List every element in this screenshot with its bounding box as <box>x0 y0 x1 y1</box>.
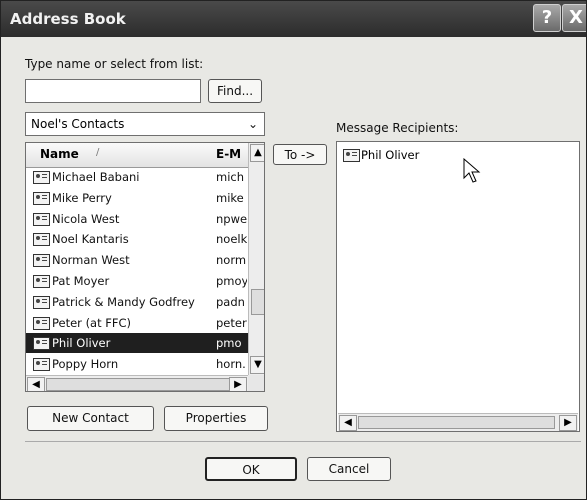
find-button-label: Find... <box>216 84 254 98</box>
contact-email: padn <box>216 294 245 309</box>
table-row[interactable]: Poppy Horn horn. <box>26 354 248 374</box>
table-row[interactable]: Patrick & Mandy Godfrey padn <box>26 292 248 312</box>
contact-email: mich <box>216 170 245 184</box>
recipients-label: Message Recipients: <box>336 121 459 135</box>
contact-email: peter <box>216 315 247 330</box>
horizontal-scroll-thumb[interactable] <box>358 416 555 429</box>
contact-name: Michael Babani <box>52 170 140 184</box>
bottom-separator <box>25 441 581 442</box>
properties-button[interactable]: Properties <box>164 406 268 431</box>
contact-card-icon <box>33 233 50 247</box>
contact-source-select[interactable]: Noel's Contacts ⌄ <box>25 112 265 136</box>
table-row[interactable]: Mike Perry mike <box>26 188 248 208</box>
help-button[interactable]: ? <box>533 4 561 32</box>
search-input[interactable] <box>25 79 201 103</box>
contact-card-icon <box>33 337 50 351</box>
address-book-window: Address Book ? X Type name or select fro… <box>0 0 587 500</box>
contact-card-icon <box>33 254 50 268</box>
contact-email: pmoy <box>216 274 247 288</box>
scroll-right-icon[interactable]: ▶ <box>229 377 247 391</box>
contact-name: Noel Kantaris <box>52 232 129 247</box>
contact-email: mike <box>216 190 244 205</box>
contact-card-icon <box>33 316 50 330</box>
contacts-vertical-scrollbar[interactable]: ▲ ▼ <box>248 143 264 375</box>
new-contact-button[interactable]: New Contact <box>27 406 154 431</box>
scroll-right-icon[interactable]: ▶ <box>559 415 577 431</box>
contact-name: Nicola West <box>52 211 120 226</box>
find-button[interactable]: Find... <box>208 79 262 103</box>
mouse-pointer-icon <box>463 158 481 183</box>
table-row[interactable]: Michael Babani mich <box>26 167 248 187</box>
table-row[interactable]: Peter (at FFC) peter <box>26 313 248 333</box>
email-column-header[interactable]: E-M <box>216 147 241 161</box>
scroll-up-icon[interactable]: ▲ <box>250 144 264 162</box>
table-row[interactable]: Noel Kantaris noelk <box>26 229 248 249</box>
scroll-down-icon[interactable]: ▼ <box>250 356 264 374</box>
title-bar: Address Book ? X <box>1 1 586 37</box>
search-label: Type name or select from list: <box>25 57 204 71</box>
table-row[interactable]: Phil Oliver pmo <box>26 333 248 354</box>
contacts-list-header: Name / E-M <box>26 143 248 168</box>
chevron-down-icon[interactable]: ⌄ <box>244 115 262 133</box>
contact-email: norm <box>216 253 247 268</box>
name-column-header[interactable]: Name <box>40 147 79 161</box>
recipients-horizontal-scrollbar[interactable]: ◀ ▶ <box>338 413 578 431</box>
contact-card-icon <box>33 191 50 205</box>
contact-email: horn. <box>216 357 246 372</box>
contact-name: Norman West <box>52 253 130 268</box>
to-button[interactable]: To -> <box>273 144 327 165</box>
contact-source-value: Noel's Contacts <box>31 117 125 131</box>
sort-indicator-icon: / <box>96 147 100 158</box>
table-row[interactable]: Pat Moyer pmoy <box>26 271 248 291</box>
table-row[interactable]: Nicola West npwe <box>26 209 248 229</box>
contact-card-icon <box>33 275 50 288</box>
contact-name: Poppy Horn <box>52 357 119 372</box>
contact-email: pmo <box>216 336 242 351</box>
scroll-left-icon[interactable]: ◀ <box>339 415 357 431</box>
scroll-corner <box>248 375 264 391</box>
window-title: Address Book <box>10 10 126 28</box>
contact-name: Peter (at FFC) <box>52 315 132 330</box>
scroll-left-icon[interactable]: ◀ <box>27 377 45 391</box>
contacts-list[interactable]: Name / E-M Michael Babani mich Mike Perry m… <box>25 142 265 392</box>
contact-name: Pat Moyer <box>52 274 110 288</box>
contact-name: Patrick & Mandy Godfrey <box>52 294 195 309</box>
contact-card-icon <box>33 295 50 309</box>
contact-name: Mike Perry <box>52 190 112 205</box>
contact-card-icon <box>33 358 50 372</box>
recipients-list[interactable]: Phil Oliver ◀ ▶ <box>336 141 580 432</box>
cancel-button[interactable]: Cancel <box>307 457 391 481</box>
contact-card-icon <box>33 171 50 184</box>
contact-card-icon <box>343 149 360 162</box>
vertical-scroll-thumb[interactable] <box>251 289 264 315</box>
contact-email: npwe <box>216 211 247 226</box>
recipient-item[interactable]: Phil Oliver <box>343 147 423 163</box>
contact-card-icon <box>33 212 50 226</box>
contacts-horizontal-scrollbar[interactable]: ◀ ▶ <box>26 375 248 391</box>
close-button[interactable]: X <box>562 4 586 32</box>
table-row[interactable]: Norman West norm <box>26 250 248 270</box>
ok-button[interactable]: OK <box>205 457 297 481</box>
contact-email: noelk <box>216 232 247 247</box>
recipient-name: Phil Oliver <box>361 148 420 162</box>
contact-name: Phil Oliver <box>52 336 111 351</box>
horizontal-scroll-thumb[interactable] <box>46 378 233 391</box>
